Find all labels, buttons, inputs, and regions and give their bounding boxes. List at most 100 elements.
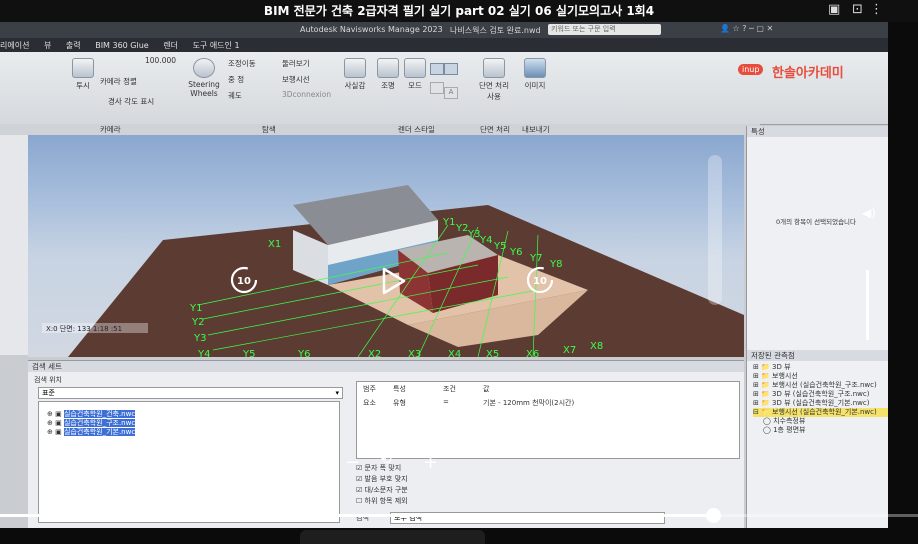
checkbox-match-case[interactable]: ☑ 대/소문자 구분 bbox=[356, 485, 408, 496]
saved-view-6[interactable]: ◯ 치수측정뷰 bbox=[753, 417, 888, 426]
find-items-header: 검색 세트 bbox=[28, 361, 744, 372]
group-navigate[interactable]: 탐색 bbox=[262, 124, 276, 135]
header-property: 특성 bbox=[393, 385, 406, 393]
chevron-down-icon: ▾ bbox=[335, 389, 339, 397]
cell-condition[interactable]: = bbox=[443, 398, 483, 408]
cell-value[interactable]: 기본 - 120mm 천막이(2시간) bbox=[483, 398, 574, 408]
window-titlebar: Autodesk Navisworks Manage 2023 나비스웍스 검토… bbox=[0, 22, 888, 38]
menu-item-5[interactable]: 도구 애드인 1 bbox=[193, 41, 240, 50]
scene-svg: Y1 Y2 Y3 Y4 Y5 Y6 X1 X2 X3 X4 X5 X6 X7 X… bbox=[42, 185, 744, 357]
navisworks-window: Autodesk Navisworks Manage 2023 나비스웍스 검토… bbox=[0, 22, 888, 528]
search-tree: ⊕ ▣ 실습건축학원_건축.nwc ⊕ ▣ 실습건축학원_구조.nwc ⊕ ▣ … bbox=[38, 401, 340, 523]
volume-icon[interactable]: ◀) bbox=[862, 206, 876, 220]
tree-item-1[interactable]: ⊕ ▣ 실습건축학원_구조.nwc bbox=[47, 419, 339, 428]
grid-label-y1: Y1 bbox=[189, 303, 202, 314]
zoom-button[interactable]: 중 정 bbox=[228, 74, 244, 85]
grid-label-x7: X7 bbox=[563, 345, 576, 356]
play-icon[interactable] bbox=[375, 264, 409, 298]
grid-label-top-y5: Y5 bbox=[493, 241, 506, 252]
render-style-grid-icon[interactable]: A bbox=[430, 60, 460, 99]
menu-item-2[interactable]: 출력 bbox=[66, 41, 81, 50]
sub-icon[interactable]: ⊡ bbox=[852, 2, 863, 17]
align-camera-button[interactable]: 카메라 정렬 bbox=[100, 76, 137, 87]
grid-label-x2: X2 bbox=[368, 349, 381, 357]
saved-views-title: 저장된 관측점 bbox=[747, 350, 888, 361]
menu-item-3[interactable]: BIM 360 Glue bbox=[95, 41, 149, 50]
walk-button[interactable]: 보행시선 bbox=[282, 74, 310, 85]
volume-slider[interactable] bbox=[866, 270, 869, 340]
saved-view-0[interactable]: ⊞ 📁 3D 뷰 bbox=[753, 363, 888, 372]
3d-viewport[interactable]: Y1 Y2 Y3 Y4 Y5 Y6 X1 X2 X3 X4 X5 X6 X7 X… bbox=[28, 135, 744, 357]
perspective-button[interactable]: 투시 bbox=[70, 58, 96, 91]
conditions-header: 범주 특성 조건 값 bbox=[357, 382, 739, 396]
group-camera: 카메라 bbox=[100, 125, 121, 134]
tilt-angle-button[interactable]: 경사 각도 표시 bbox=[108, 96, 154, 107]
mode-button[interactable]: 모드 bbox=[402, 58, 428, 91]
saved-view-7[interactable]: ◯ 1층 평면뷰 bbox=[753, 426, 888, 435]
tree-item-2[interactable]: ⊕ ▣ 실습건축학원_기본.nwc bbox=[47, 428, 339, 437]
realism-button[interactable]: 사실감 bbox=[342, 58, 368, 91]
video-title: BIM 전문가 건축 2급자격 필기 실기 part 02 실기 06 실기모의… bbox=[0, 0, 918, 22]
saved-view-3[interactable]: ⊞ 📁 3D 뷰 (실습건축학원_구조.nwc) bbox=[753, 390, 888, 399]
steering-wheels-button[interactable]: Steering Wheels bbox=[188, 58, 220, 98]
saved-view-4[interactable]: ⊞ 📁 3D 뷰 (실습건축학원_기본.nwc) bbox=[753, 399, 888, 408]
conditions-table[interactable]: 범주 특성 조건 값 요소 유형 = 기본 - 120mm 천막이(2시간) bbox=[356, 381, 740, 459]
video-progress-bar[interactable] bbox=[0, 514, 918, 517]
file-title: 나비스웍스 검토 완료.nwd bbox=[450, 26, 541, 35]
checkbox-prune-below[interactable]: ☐ 하위 항목 제외 bbox=[356, 496, 408, 507]
zoom-in-icon[interactable]: + bbox=[423, 452, 438, 473]
logo-text: 한솔아카데미 bbox=[772, 66, 844, 81]
saved-view-2[interactable]: ⊞ 📁 보행시선 (실습건축학원_구조.nwc) bbox=[753, 381, 888, 390]
menu-item-0[interactable]: 리에이션 bbox=[0, 41, 29, 50]
cell-category[interactable]: 요소 bbox=[363, 398, 393, 408]
header-value: 값 bbox=[483, 385, 490, 393]
tree-item-0[interactable]: ⊕ ▣ 실습건축학원_건축.nwc bbox=[47, 410, 339, 419]
lighting-button[interactable]: 조명 bbox=[375, 58, 401, 91]
menu-item-4[interactable]: 렌더 bbox=[163, 41, 178, 50]
properties-title: 특성 bbox=[747, 126, 888, 137]
grid-label-x5: X5 bbox=[486, 349, 499, 357]
menubar: 리에이션 뷰 출력 BIM 360 Glue 렌더 도구 애드인 1 bbox=[0, 38, 888, 52]
logo-badge: inup bbox=[738, 64, 764, 75]
grid-label-y2: Y2 bbox=[191, 317, 204, 328]
grid-label-y5: Y5 bbox=[242, 349, 255, 357]
menu-item-1[interactable]: 뷰 bbox=[44, 41, 51, 50]
ribbon: 투시 100.000 카메라 정렬 경사 각도 표시 Steering Whee… bbox=[0, 52, 888, 125]
left-dock-strip[interactable] bbox=[0, 135, 29, 355]
orbit-button[interactable]: 궤도 bbox=[228, 90, 242, 101]
header-condition: 조건 bbox=[443, 385, 456, 393]
header-category: 범주 bbox=[363, 385, 376, 393]
rotate-icon[interactable]: ⟲ bbox=[380, 452, 392, 468]
zoom-out-icon[interactable]: − bbox=[345, 452, 360, 473]
enable-sectioning-button[interactable]: 단면 처리 사용 bbox=[478, 58, 510, 102]
navigation-bar[interactable] bbox=[708, 155, 722, 305]
grid-label-x1: X1 bbox=[268, 239, 281, 250]
rewind-10-icon[interactable]: 10 bbox=[228, 264, 260, 296]
more-vertical-icon[interactable]: ⋮ bbox=[870, 2, 883, 17]
standard-dropdown[interactable]: 표준 ▾ bbox=[38, 387, 343, 399]
zoom-field[interactable]: 100.000 bbox=[145, 56, 176, 65]
grid-label-x6: X6 bbox=[526, 349, 539, 357]
grid-label-y4: Y4 bbox=[197, 349, 210, 357]
ribbon-footer: 카메라 탐색 렌더 스타일 단면 처리 내보내기 bbox=[0, 124, 760, 135]
pan-button[interactable]: 조정이동 bbox=[228, 58, 256, 69]
grid-label-top-y2: Y2 bbox=[455, 223, 468, 234]
grid-label-top-y3: Y3 bbox=[467, 229, 480, 240]
checkbox-match-diacritics[interactable]: ☑ 발음 부호 맞지 bbox=[356, 474, 408, 485]
search-input[interactable]: 키워드 또는 구문 입력 bbox=[548, 24, 661, 35]
look-around-button[interactable]: 둘러보기 bbox=[282, 58, 310, 69]
rewind-label: 10 bbox=[237, 276, 251, 287]
user-icon[interactable]: 👤 ☆ ? ─ ▢ ✕ bbox=[720, 24, 773, 33]
saved-viewpoints: 저장된 관측점 ⊞ 📁 3D 뷰 ⊞ 📁 보행시선 ⊞ 📁 보행시선 (실습건축… bbox=[747, 350, 888, 435]
3dconnexion-button[interactable]: 3Dconnexion bbox=[282, 90, 331, 99]
cast-icon[interactable]: ▣ bbox=[828, 2, 840, 17]
forward-10-icon[interactable]: 10 bbox=[524, 264, 556, 296]
grid-label-top-y1: Y1 bbox=[442, 217, 455, 228]
group-render-style[interactable]: 렌더 스타일 bbox=[398, 124, 435, 135]
saved-view-5[interactable]: ⊟ 📁 보행시선 (실습건축학원_기본.nwc) bbox=[753, 408, 888, 417]
search-in-label: 검색 위치 bbox=[34, 376, 62, 384]
saved-view-1[interactable]: ⊞ 📁 보행시선 bbox=[753, 372, 888, 381]
grid-label-top-y7: Y7 bbox=[529, 253, 542, 264]
cell-property[interactable]: 유형 bbox=[393, 398, 443, 408]
image-export-button[interactable]: 이미지 bbox=[520, 58, 550, 91]
